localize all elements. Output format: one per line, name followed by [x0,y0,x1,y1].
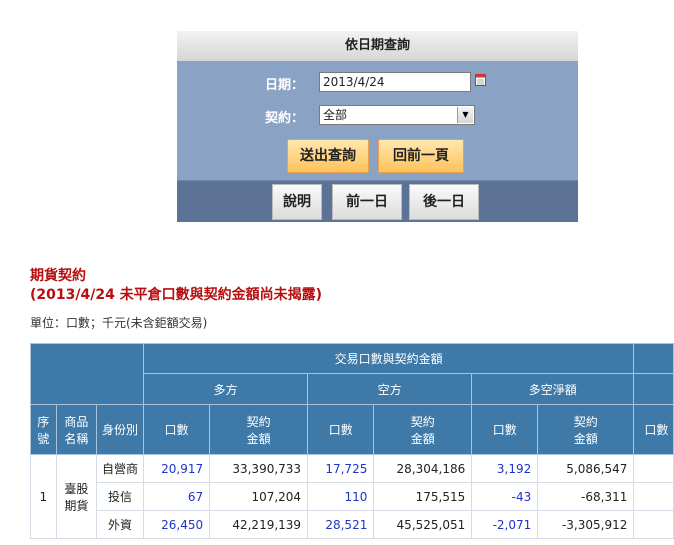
long-lots-cell: 20,917 [142,454,211,483]
short-lots-cell: 17,725 [307,454,375,483]
short-lots-cell: 110 [307,482,375,511]
seq-header: 序號 [30,404,57,455]
section-title: 期貨契約 [30,268,86,284]
short-lots-cell: 28,521 [307,510,375,539]
net-amount-header: 契約金額 [537,404,635,455]
identity-cell: 自營商 [96,454,144,483]
date-query-panel: 依日期查詢 日期： 2013/4/24 契約： 全部 ▼ 送出查詢 回前一頁 說… [177,31,578,222]
extra-sub-header [633,373,674,405]
unit-note: 單位：口數；千元(未含鉅額交易) [30,316,208,330]
net-lots-cell: 3,192 [471,454,539,483]
short-amount-cell: 175,515 [373,482,473,511]
short-amount-cell: 45,525,051 [373,510,473,539]
page: 依日期查詢 日期： 2013/4/24 契約： 全部 ▼ 送出查詢 回前一頁 說… [0,0,674,545]
chevron-down-icon[interactable]: ▼ [457,107,473,123]
net-header: 多空淨額 [471,373,635,405]
extra-group-header [633,343,674,374]
long-header: 多方 [142,373,309,405]
date-label: 日期： [265,78,305,93]
net-amount-cell: -3,305,912 [537,510,635,539]
short-amount-header: 契約金額 [373,404,473,455]
back-page-button[interactable]: 回前一頁 [378,139,464,173]
short-amount-cell: 28,304,186 [373,454,473,483]
extra-cell [633,454,674,483]
extra-lots-header: 口數 [633,404,674,455]
long-amount-cell: 42,219,139 [209,510,309,539]
section-subtitle: (2013/4/24 未平倉口數與契約金額尚未揭露) [30,287,323,303]
extra-cell [633,510,674,539]
short-lots-header: 口數 [307,404,375,455]
long-lots-header: 口數 [142,404,211,455]
net-lots-header: 口數 [471,404,539,455]
contract-label: 契約： [265,111,305,126]
futures-table: 交易口數與契約金額 多方 空方 多空淨額 序號 商品名稱 身份別 口數 契約金額… [30,343,674,539]
extra-cell [633,482,674,511]
net-amount-cell: -68,311 [537,482,635,511]
identity-cell: 投信 [96,482,144,511]
identity-cell: 外資 [96,510,144,539]
identity-header: 身份別 [96,404,144,455]
calendar-icon[interactable] [475,74,486,86]
long-amount-cell: 33,390,733 [209,454,309,483]
net-lots-cell: -43 [471,482,539,511]
contract-select-value: 全部 [323,108,348,122]
net-amount-cell: 5,086,547 [537,454,635,483]
long-lots-cell: 26,450 [142,510,211,539]
query-panel-header: 依日期查詢 [177,31,578,61]
table-row: 1 臺股期貨 自營商 20,917 33,390,733 17,725 28,3… [30,454,674,539]
date-input[interactable]: 2013/4/24 [319,72,471,92]
product-cell: 臺股期貨 [55,454,98,539]
next-day-button[interactable]: 後一日 [409,184,479,220]
help-button[interactable]: 說明 [272,184,322,220]
seq-cell: 1 [30,454,57,539]
net-lots-cell: -2,071 [471,510,539,539]
previous-day-button[interactable]: 前一日 [332,184,402,220]
short-header: 空方 [307,373,473,405]
long-lots-cell: 67 [142,482,211,511]
long-amount-header: 契約金額 [209,404,309,455]
submit-query-button[interactable]: 送出查詢 [287,139,369,173]
contract-select[interactable]: 全部 ▼ [319,105,475,125]
table-corner [30,343,144,405]
product-header: 商品名稱 [55,404,98,455]
table-row: 外資 26,450 42,219,139 28,521 45,525,051 -… [31,510,674,539]
long-amount-cell: 107,204 [209,482,309,511]
group-header: 交易口數與契約金額 [142,343,635,374]
table-row: 投信 67 107,204 110 175,515 -43 -68,311 [31,482,674,511]
